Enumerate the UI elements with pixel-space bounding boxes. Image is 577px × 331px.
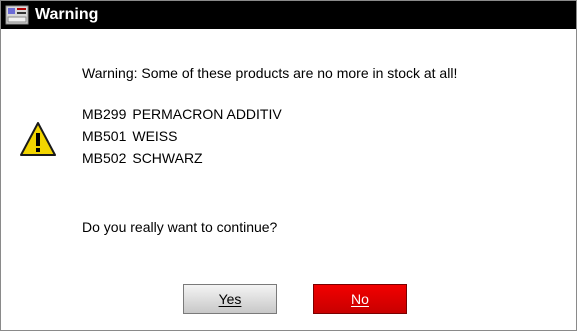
- yes-button[interactable]: Yes: [183, 284, 277, 314]
- product-row: MB299 PERMACRON ADDITIV: [82, 105, 282, 123]
- product-row: MB501 WEISS: [82, 127, 177, 145]
- product-code: MB501: [82, 128, 127, 144]
- window-title: Warning: [35, 6, 99, 23]
- product-name: WEISS: [132, 128, 178, 144]
- no-button[interactable]: No: [313, 284, 407, 314]
- warning-message: Warning: Some of these products are no m…: [82, 65, 458, 81]
- product-name: PERMACRON ADDITIV: [132, 106, 282, 122]
- warning-icon: [20, 122, 56, 156]
- product-code: MB299: [82, 106, 127, 122]
- confirmation-question: Do you really want to continue?: [82, 219, 278, 235]
- product-row: MB502 SCHWARZ: [82, 149, 203, 167]
- app-icon: [5, 5, 29, 25]
- product-name: SCHWARZ: [132, 150, 203, 166]
- dialog-content: Warning: Some of these products are no m…: [1, 29, 576, 330]
- product-code: MB502: [82, 150, 127, 166]
- warning-dialog: Warning Warning: Some of these products …: [0, 0, 577, 331]
- title-bar[interactable]: Warning: [1, 1, 576, 29]
